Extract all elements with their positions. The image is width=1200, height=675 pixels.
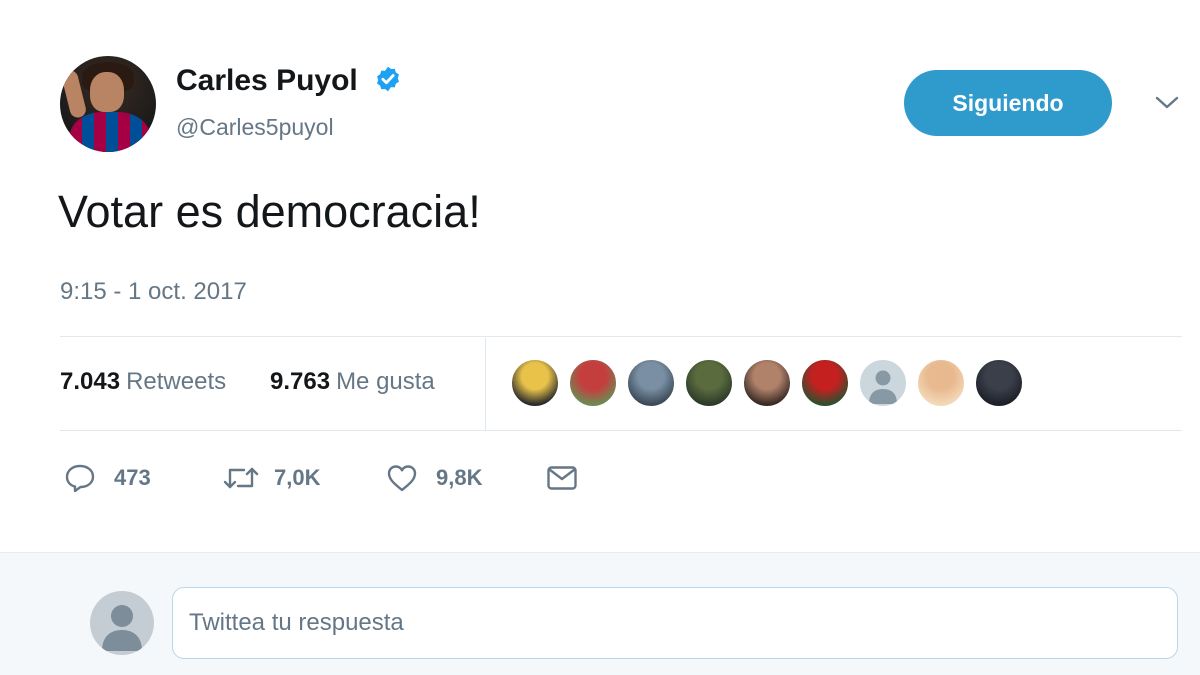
- liker-avatar[interactable]: [626, 358, 676, 408]
- author-handle[interactable]: @Carles5puyol: [176, 114, 334, 141]
- retweets-label: Retweets: [126, 368, 227, 395]
- liker-avatar[interactable]: [858, 358, 908, 408]
- reply-icon: [65, 464, 95, 493]
- tweet-page: Carles Puyol @Carles5puyol Siguiendo Vot…: [0, 0, 1200, 675]
- like-count: 9,8K: [436, 465, 483, 490]
- liker-avatar[interactable]: [510, 358, 560, 408]
- tweet-actions: 473 7,0K 9,8K: [60, 450, 660, 506]
- divider-bottom: [60, 430, 1182, 431]
- likes-count: 9.763: [270, 368, 331, 395]
- retweet-count: 7,0K: [274, 465, 321, 490]
- likes-stat[interactable]: 9.763 Me gusta: [270, 368, 435, 396]
- liker-avatar[interactable]: [916, 358, 966, 408]
- tweet-text: Votar es democracia!: [58, 186, 481, 237]
- divider-top: [60, 336, 1182, 337]
- heart-icon: [387, 465, 417, 492]
- retweet-button[interactable]: 7,0K: [222, 460, 320, 496]
- tweet-stats: 7.043 Retweets 9.763 Me gusta: [60, 338, 1182, 430]
- reply-count: 473: [114, 465, 151, 490]
- avatar-face: [90, 72, 124, 112]
- author-avatar[interactable]: [60, 56, 156, 152]
- retweet-icon: [223, 467, 259, 489]
- author-display-name[interactable]: Carles Puyol: [176, 64, 402, 98]
- liker-avatar[interactable]: [742, 358, 792, 408]
- direct-message-button[interactable]: [546, 460, 578, 496]
- retweets-stat[interactable]: 7.043 Retweets: [60, 368, 226, 396]
- envelope-icon: [547, 466, 577, 490]
- like-button[interactable]: 9,8K: [386, 460, 482, 496]
- tweet-timestamp[interactable]: 9:15 - 1 oct. 2017: [60, 278, 247, 306]
- display-name-text: Carles Puyol: [176, 64, 358, 97]
- reply-button[interactable]: 473: [64, 460, 151, 496]
- liker-avatar[interactable]: [684, 358, 734, 408]
- avatar-shirt: [70, 112, 150, 152]
- tweet-header: Carles Puyol @Carles5puyol Siguiendo: [60, 56, 1190, 156]
- chevron-down-icon[interactable]: [1154, 94, 1180, 112]
- user-avatar: [90, 591, 154, 655]
- reply-input[interactable]: [172, 587, 1178, 659]
- liker-avatar[interactable]: [974, 358, 1024, 408]
- stats-separator: [485, 338, 486, 430]
- liker-avatar[interactable]: [800, 358, 850, 408]
- retweets-count: 7.043: [60, 368, 121, 395]
- default-user-icon: [102, 605, 142, 651]
- reply-composer: [0, 552, 1200, 675]
- liker-avatar[interactable]: [568, 358, 618, 408]
- following-button[interactable]: Siguiendo: [904, 70, 1112, 136]
- verified-badge-icon: [377, 66, 400, 92]
- likes-label: Me gusta: [336, 368, 435, 395]
